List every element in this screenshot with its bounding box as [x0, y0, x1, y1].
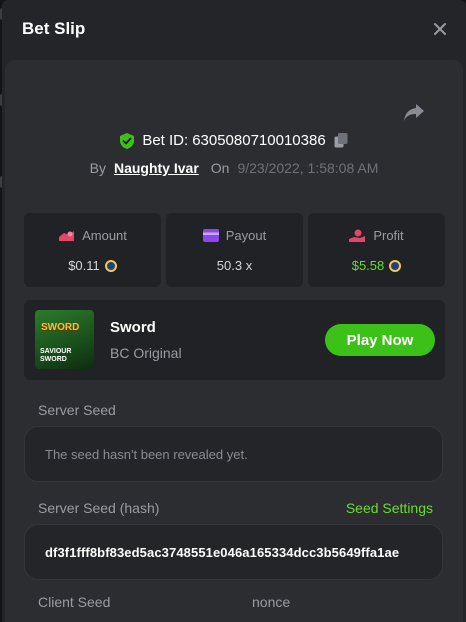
- stat-amount: Amount $0.11: [24, 213, 161, 287]
- wallet-hand-icon: [59, 230, 75, 241]
- stat-payout-value: 50.3 x: [216, 258, 253, 273]
- user-link[interactable]: Naughty Ivar: [114, 160, 199, 176]
- stat-amount-value: $0.11: [68, 258, 100, 273]
- stat-profit-value: $5.58: [351, 258, 385, 273]
- on-label: On: [210, 160, 230, 176]
- stat-profit-label: Profit: [373, 228, 404, 243]
- server-hash-label: Server Seed (hash): [38, 500, 160, 516]
- nonce-label: nonce: [252, 594, 291, 610]
- client-seed-label: Client Seed: [38, 594, 111, 610]
- game-name: Sword: [110, 319, 156, 336]
- game-thumbnail-title: SWORD: [41, 322, 80, 333]
- modal-header: Bet Slip: [2, 0, 466, 58]
- bet-owner-row: By Naughty Ivar On 9/23/2022, 1:58:08 AM: [5, 160, 463, 176]
- card-icon: [202, 229, 219, 242]
- copy-icon[interactable]: [334, 133, 348, 148]
- game-provider: BC Original: [110, 345, 182, 361]
- coin-icon: [104, 259, 117, 272]
- game-thumbnail[interactable]: SWORD SAVIOUR SWORD: [35, 310, 94, 369]
- by-label: By: [89, 160, 106, 176]
- bet-slip-modal: Bet Slip Bet ID: 6305080710010386 By Nau…: [2, 0, 466, 622]
- play-now-button[interactable]: Play Now: [325, 324, 435, 356]
- game-thumbnail-subtitle: SAVIOUR SWORD: [40, 348, 72, 363]
- bet-stats: Amount $0.11 Payout 50.3 x Profit $5.58: [24, 213, 445, 287]
- modal-title: Bet Slip: [22, 19, 86, 38]
- money-hand-icon: [349, 229, 366, 242]
- stat-amount-label: Amount: [82, 228, 127, 243]
- shield-check-icon: [120, 132, 135, 149]
- bet-id-label: Bet ID:: [142, 132, 189, 149]
- server-seed-label: Server Seed: [38, 402, 116, 418]
- bet-id-value: 6305080710010386: [192, 132, 326, 149]
- stat-payout-label: Payout: [225, 228, 267, 243]
- server-seed-field[interactable]: The seed hasn't been revealed yet.: [24, 426, 443, 482]
- stat-profit: Profit $5.58: [308, 213, 445, 287]
- bet-detail-panel: Bet ID: 6305080710010386 By Naughty Ivar…: [5, 60, 463, 622]
- share-icon[interactable]: [403, 102, 425, 122]
- game-card: SWORD SAVIOUR SWORD Sword BC Original Pl…: [24, 300, 445, 380]
- close-icon[interactable]: [432, 21, 448, 37]
- server-hash-field[interactable]: df3f1fff8bf83ed5ac3748551e046a165334dcc3…: [24, 524, 443, 580]
- stat-payout: Payout 50.3 x: [166, 213, 303, 287]
- seed-settings-link[interactable]: Seed Settings: [346, 500, 433, 516]
- bet-date: 9/23/2022, 1:58:08 AM: [237, 160, 379, 176]
- bet-id-row: Bet ID: 6305080710010386: [5, 132, 463, 149]
- coin-icon: [389, 259, 402, 272]
